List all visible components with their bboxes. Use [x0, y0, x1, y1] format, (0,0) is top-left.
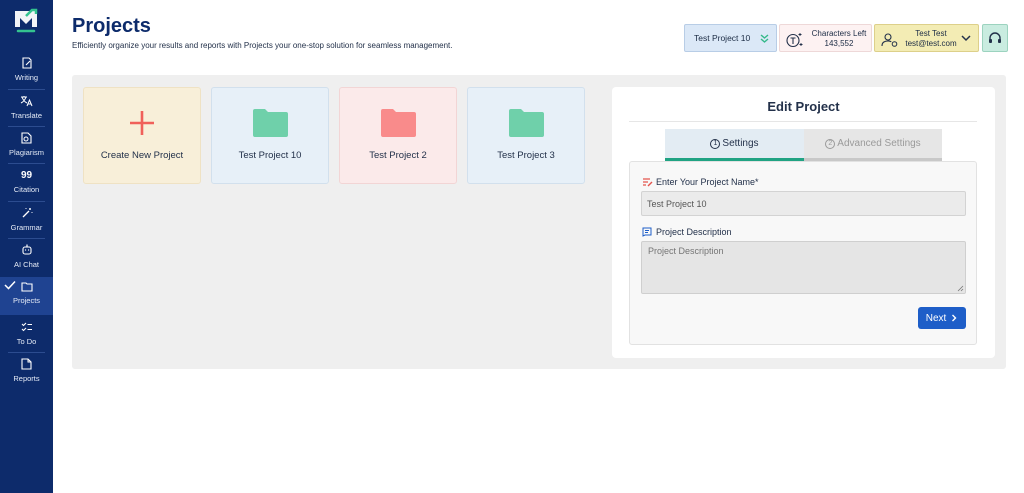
- app-logo[interactable]: [12, 7, 40, 33]
- sidebar-divider: [8, 163, 45, 164]
- field-label-text: Project Description: [656, 227, 732, 237]
- project-card[interactable]: Test Project 3: [467, 87, 585, 184]
- edit-lines-icon: [642, 177, 653, 187]
- step-number-badge: 1: [710, 138, 721, 149]
- sidebar-item-label: AI Chat: [13, 260, 39, 269]
- sidebar-divider: [8, 238, 45, 239]
- sidebar-item-label: Projects: [12, 296, 41, 305]
- sidebar-item-label: Plagiarism: [8, 148, 44, 157]
- resize-grip-icon[interactable]: [957, 285, 964, 292]
- project-description-input[interactable]: [641, 241, 966, 294]
- next-button[interactable]: Next: [918, 307, 966, 329]
- plus-icon: [128, 108, 156, 138]
- chevron-right-icon: [952, 314, 957, 322]
- description-icon: [642, 227, 653, 237]
- chevron-down-icon: [961, 35, 971, 42]
- folder-icon: [508, 108, 545, 138]
- characters-left-value: 143,552: [824, 39, 854, 48]
- user-name: Test Test: [915, 29, 947, 38]
- tab-advanced-settings[interactable]: 2 Advanced Settings: [804, 129, 942, 161]
- grammar-wand-icon: [20, 206, 34, 220]
- todo-icon: [20, 320, 34, 334]
- reports-icon: [20, 357, 34, 371]
- translate-icon: [20, 94, 34, 108]
- sidebar-divider: [8, 352, 45, 353]
- sidebar-item-projects[interactable]: Projects: [0, 277, 53, 315]
- sidebar-item-label: Grammar: [10, 223, 43, 232]
- sidebar-item-label: Reports: [13, 374, 40, 383]
- page-title: Projects: [72, 15, 151, 37]
- writing-icon: [20, 56, 34, 70]
- tab-settings[interactable]: 1 Settings: [665, 129, 804, 161]
- next-button-label: Next: [925, 312, 947, 324]
- folder-icon: [252, 108, 289, 138]
- ai-chat-icon: [20, 243, 34, 257]
- field-label-text: Enter Your Project Name*: [656, 177, 759, 187]
- project-card[interactable]: Test Project 2: [339, 87, 457, 184]
- folder-icon: [20, 279, 34, 293]
- sidebar-item-translate[interactable]: Translate: [0, 92, 53, 129]
- headset-icon: [989, 32, 1001, 43]
- user-settings-icon: [881, 33, 898, 47]
- sidebar: Writing Translate Plagiarism 99 Citation…: [0, 0, 53, 493]
- edit-project-panel: Edit Project 1 Settings 2 Advanced Setti…: [612, 87, 995, 358]
- text-sparkle-icon: [786, 33, 803, 48]
- sidebar-item-writing[interactable]: Writing: [0, 54, 53, 91]
- check-icon: [4, 280, 16, 290]
- tab-label: Advanced Settings: [837, 138, 921, 149]
- sidebar-divider: [8, 89, 45, 90]
- characters-left-label: Characters Left: [811, 29, 867, 38]
- double-chevron-down-icon: [760, 34, 769, 43]
- user-email: test@test.com: [905, 39, 957, 48]
- characters-left-badge: Characters Left 143,552: [779, 24, 872, 52]
- sidebar-item-label: To Do: [16, 337, 37, 346]
- project-selector[interactable]: Test Project 10: [684, 24, 777, 52]
- card-label: Create New Project: [100, 150, 184, 161]
- step-number-badge: 2: [825, 138, 836, 149]
- sidebar-item-reports[interactable]: Reports: [0, 355, 53, 392]
- page-subtitle: Efficiently organize your results and re…: [72, 41, 453, 50]
- support-button[interactable]: [982, 24, 1008, 52]
- card-label: Test Project 3: [497, 150, 555, 161]
- edit-project-title: Edit Project: [767, 99, 840, 114]
- project-card[interactable]: Test Project 10: [211, 87, 329, 184]
- project-name-label: Enter Your Project Name*: [642, 177, 759, 187]
- card-label: Test Project 10: [238, 150, 302, 161]
- project-selector-label: Test Project 10: [694, 33, 751, 43]
- sidebar-divider: [8, 201, 45, 202]
- create-new-project-card[interactable]: Create New Project: [83, 87, 201, 184]
- tab-label: Settings: [722, 138, 759, 149]
- sidebar-item-todo[interactable]: To Do: [0, 318, 53, 355]
- sidebar-divider: [8, 126, 45, 127]
- project-name-input[interactable]: [641, 191, 966, 216]
- settings-form: Enter Your Project Name* Project Descrip…: [629, 161, 977, 345]
- project-description-label: Project Description: [642, 227, 732, 237]
- citation-icon: 99: [20, 169, 33, 181]
- sidebar-item-label: Translate: [11, 111, 42, 120]
- plagiarism-icon: [20, 131, 34, 145]
- user-menu[interactable]: Test Test test@test.com: [874, 24, 979, 52]
- card-label: Test Project 2: [369, 150, 427, 161]
- sidebar-item-ai-chat[interactable]: AI Chat: [0, 241, 53, 278]
- sidebar-item-label: Citation: [13, 185, 40, 194]
- sidebar-item-plagiarism[interactable]: Plagiarism: [0, 129, 53, 166]
- sidebar-item-grammar[interactable]: Grammar: [0, 204, 53, 241]
- sidebar-item-label: Writing: [14, 73, 39, 82]
- sidebar-item-citation[interactable]: 99 Citation: [0, 166, 53, 203]
- divider: [629, 121, 977, 122]
- folder-icon: [380, 108, 417, 138]
